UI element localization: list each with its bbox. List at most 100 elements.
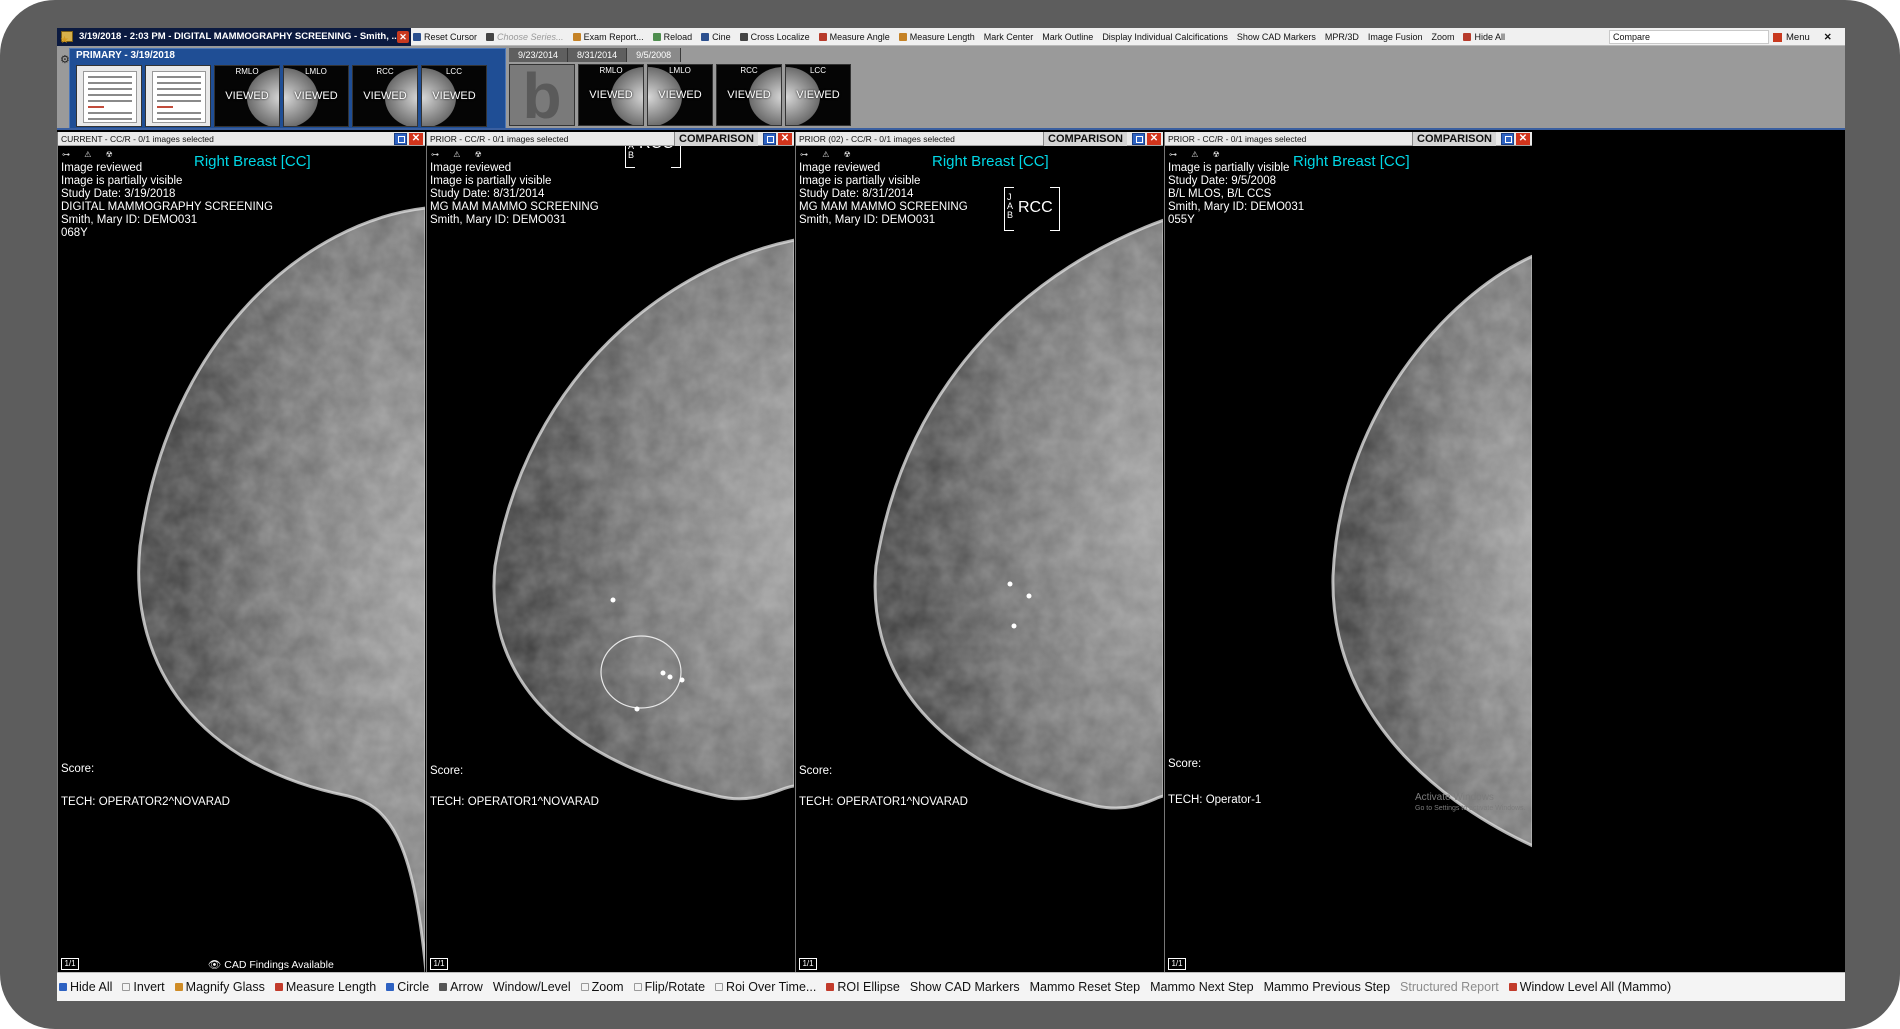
magnify-glass-icon xyxy=(174,983,183,991)
toolbar-mark-outline-button[interactable]: Mark Outline xyxy=(1042,32,1093,42)
bottom-mammo-next-step-button[interactable]: Mammo Next Step xyxy=(1150,980,1254,994)
toolbar-hide-all-button[interactable]: Hide All xyxy=(1463,32,1505,42)
hide-all-icon xyxy=(59,983,67,991)
bottom-window-level-button[interactable]: Window/Level xyxy=(493,980,571,994)
bottom-window-level-all-mammo-button[interactable]: Window Level All (Mammo) xyxy=(1508,980,1672,994)
gear-icon[interactable]: ⚙ xyxy=(60,55,70,66)
page-indicator[interactable]: 1/1 xyxy=(1168,958,1186,970)
page-indicator[interactable]: 1/1 xyxy=(799,958,817,970)
overlay-line: 068Y xyxy=(61,227,88,239)
mammogram-image[interactable] xyxy=(796,146,1163,972)
bottom-structured-report-button[interactable]: Structured Report xyxy=(1400,980,1499,994)
toolbar-exam-report-button[interactable]: Exam Report... xyxy=(572,32,644,42)
bottom-roi-ellipse-button[interactable]: ROI Ellipse xyxy=(826,980,900,994)
mammogram-image[interactable] xyxy=(427,146,794,972)
toolbar-measure-angle-button[interactable]: Measure Angle xyxy=(818,32,890,42)
study-title-tab[interactable]: 3/19/2018 - 2:03 PM - DIGITAL MAMMOGRAPH… xyxy=(57,28,411,46)
overlay-line: Study Date: 9/5/2008 xyxy=(1168,175,1277,187)
compare-dropdown[interactable]: Compare xyxy=(1609,30,1769,44)
prior-thumbnail-rcc[interactable]: RCC VIEWED xyxy=(716,64,782,126)
page-indicator[interactable]: 1/1 xyxy=(61,958,79,970)
report-document-thumbnail[interactable] xyxy=(145,65,211,127)
key-warning-icons[interactable]: ⊶ ⚠ ☢ xyxy=(62,150,119,159)
close-viewport-button[interactable]: ✕ xyxy=(1147,133,1161,145)
toolbar-reload-button[interactable]: Reload xyxy=(652,32,692,42)
close-study-button[interactable]: ✕ xyxy=(397,31,409,43)
thumbnail-lcc[interactable]: LCC VIEWED xyxy=(421,65,487,127)
prior-study-tab[interactable]: 9/5/2008 xyxy=(627,48,682,62)
key-warning-icons[interactable]: ⊶ ⚠ ☢ xyxy=(431,150,488,159)
prior-study-tab[interactable]: 8/31/2014 xyxy=(568,48,628,62)
thumbnail-view-label: LCC xyxy=(809,66,826,75)
bottom-show-cad-markers-button[interactable]: Show CAD Markers xyxy=(910,980,1020,994)
maximize-viewport-icon[interactable] xyxy=(394,133,407,145)
maximize-viewport-icon[interactable] xyxy=(1501,133,1514,145)
bottom-zoom-button[interactable]: Zoom xyxy=(580,980,624,994)
bottom-roi-over-time-button[interactable]: Roi Over Time... xyxy=(715,980,816,994)
document-page-icon xyxy=(152,71,206,123)
bottom-tool-label: Window Level All (Mammo) xyxy=(1519,980,1672,994)
bottom-measure-length-button[interactable]: Measure Length xyxy=(274,980,376,994)
close-viewport-button[interactable]: ✕ xyxy=(409,133,423,145)
toolbar-item-label: Zoom xyxy=(1431,32,1455,42)
technologist-label: TECH: Operator-1 xyxy=(1168,794,1262,806)
thumbnail-lmlo[interactable]: LMLO VIEWED xyxy=(283,65,349,127)
page-indicator[interactable]: 1/1 xyxy=(430,958,448,970)
key-warning-icons[interactable]: ⊶ ⚠ ☢ xyxy=(1169,150,1226,159)
bottom-hide-all-button[interactable]: Hide All xyxy=(59,980,112,994)
toolbar-image-fusion-button[interactable]: Image Fusion xyxy=(1368,32,1423,42)
overlay-line: Study Date: 3/19/2018 xyxy=(61,188,176,200)
viewport-header: PRIOR - CC/R - 0/1 images selected COMPAR… xyxy=(427,132,794,146)
cross-localize-icon xyxy=(739,33,748,41)
mammogram-image[interactable] xyxy=(58,146,425,972)
overlay-line: Study Date: 8/31/2014 xyxy=(430,188,545,200)
prior-thumbnail-lmlo[interactable]: LMLO VIEWED xyxy=(647,64,713,126)
bottom-flip-rotate-button[interactable]: Flip/Rotate xyxy=(633,980,705,994)
key-warning-icons[interactable]: ⊶ ⚠ ☢ xyxy=(800,150,857,159)
prior-placeholder-thumbnail[interactable]: b xyxy=(509,64,575,128)
thumbnail-viewed-status: VIEWED xyxy=(432,90,476,102)
viewport-1[interactable]: CURRENT - CC/R - 0/1 images selected ✕ ⊶ ⚠… xyxy=(57,132,425,972)
toolbar-choose-series-button[interactable]: Choose Series... xyxy=(486,32,564,42)
prior-studies-panel: 9/23/2014 8/31/2014 9/5/2008 b RMLO VIEWED L… xyxy=(509,46,1845,130)
marker-letter: B xyxy=(628,150,635,160)
bottom-mammo-previous-step-button[interactable]: Mammo Previous Step xyxy=(1264,980,1390,994)
close-viewport-button[interactable]: ✕ xyxy=(1516,133,1530,145)
thumbnail-rcc[interactable]: RCC VIEWED xyxy=(352,65,418,127)
toolbar-cine-button[interactable]: Cine xyxy=(701,32,731,42)
report-document-thumbnail[interactable] xyxy=(76,65,142,127)
activation-watermark: Activate Windows Go to Settings to activa… xyxy=(1415,792,1526,814)
close-app-button[interactable]: ✕ xyxy=(1824,32,1832,43)
prior-thumbnail-lcc[interactable]: LCC VIEWED xyxy=(785,64,851,126)
maximize-viewport-icon[interactable] xyxy=(1132,133,1145,145)
viewport-2[interactable]: PRIOR - CC/R - 0/1 images selected COMPAR… xyxy=(426,132,794,972)
toolbar-item-label: Reset Cursor xyxy=(424,32,478,42)
bottom-mammo-reset-step-button[interactable]: Mammo Reset Step xyxy=(1030,980,1140,994)
comparison-label: COMPARISON xyxy=(1043,132,1127,146)
mammogram-image[interactable] xyxy=(1165,146,1532,972)
toolbar-mark-center-button[interactable]: Mark Center xyxy=(984,32,1034,42)
toolbar-zoom-button[interactable]: Zoom xyxy=(1431,32,1454,42)
toolbar-show-cad-markers-button[interactable]: Show CAD Markers xyxy=(1237,32,1316,42)
prior-thumbnail-rmlo[interactable]: RMLO VIEWED xyxy=(578,64,644,126)
bottom-arrow-button[interactable]: Arrow xyxy=(439,980,483,994)
viewport-3[interactable]: PRIOR (02) - CC/R - 0/1 images selected C… xyxy=(795,132,1163,972)
toolbar-mpr-3d-button[interactable]: MPR/3D xyxy=(1325,32,1359,42)
viewport-4[interactable]: PRIOR - CC/R - 0/1 images selected COMPAR… xyxy=(1164,132,1532,972)
overlay-line: Image is partially visible xyxy=(1168,162,1290,174)
bottom-magnify-glass-button[interactable]: Magnify Glass xyxy=(174,980,265,994)
toolbar-cross-localize-button[interactable]: Cross Localize xyxy=(739,32,810,42)
maximize-viewport-icon[interactable] xyxy=(763,133,776,145)
bottom-circle-button[interactable]: Circle xyxy=(386,980,429,994)
thumbnail-rmlo[interactable]: RMLO VIEWED xyxy=(214,65,280,127)
toolbar-display-individual-calcifications-button[interactable]: Display Individual Calcifications xyxy=(1102,32,1228,42)
overlay-line: Image is partially visible xyxy=(799,175,921,187)
star-icon[interactable]: ★ xyxy=(60,35,69,46)
cad-findings-indicator[interactable]: 👁 CAD Findings Available xyxy=(208,958,334,971)
close-viewport-button[interactable]: ✕ xyxy=(778,133,792,145)
toolbar-measure-length-button[interactable]: Measure Length xyxy=(898,32,975,42)
toolbar-reset-cursor-button[interactable]: Reset Cursor xyxy=(413,32,477,42)
bottom-invert-button[interactable]: Invert xyxy=(122,980,165,994)
menu-button[interactable]: Menu ✕ xyxy=(1773,28,1832,46)
bottom-tool-label: Circle xyxy=(397,980,430,994)
